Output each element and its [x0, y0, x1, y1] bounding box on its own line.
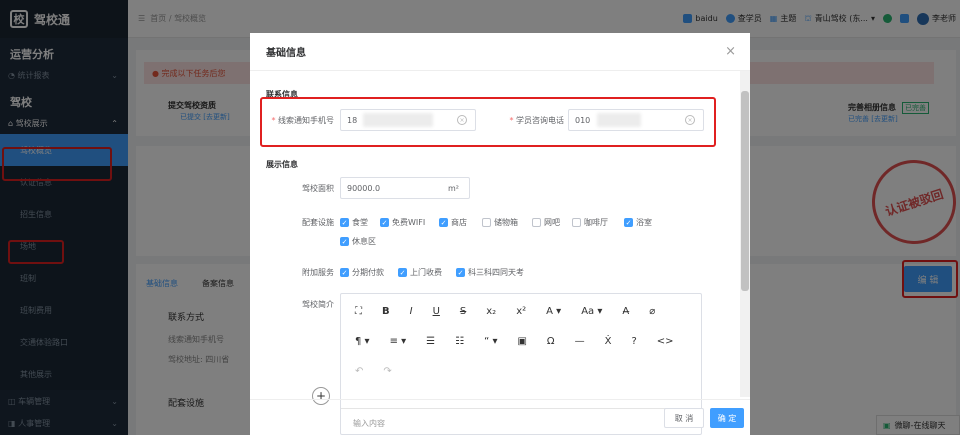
service-label-0: 分期付款 [352, 268, 384, 277]
strikethrough-icon[interactable]: S [460, 306, 466, 317]
indent-icon[interactable]: ☷ [455, 336, 464, 347]
editor-toolbar-row3: ↶ ↷ [355, 366, 392, 377]
service-checkbox-2[interactable]: ✓ 科三科四同天考 [456, 267, 524, 278]
dialog-header: 基础信息 × [250, 33, 750, 71]
facility-checkbox-3[interactable]: 储物箱 [482, 217, 518, 228]
editor-toolbar-row2: ¶ ▾ ≡ ▾ ☰ ☷ “ ▾ ▣ Ω — Ẋ ? <> [355, 336, 674, 347]
fullscreen-icon[interactable]: ⛶ [355, 306, 362, 317]
clear-format-icon[interactable]: Ẋ [605, 336, 612, 347]
facility-checkbox-2[interactable]: ✓ 商店 [439, 217, 467, 228]
list-icon[interactable]: ☰ [426, 336, 435, 347]
checkbox-checked: ✓ [398, 268, 407, 277]
code-icon[interactable]: <> [657, 336, 674, 347]
checkbox-unchecked [482, 218, 491, 227]
italic-icon[interactable]: I [410, 306, 413, 317]
editor-toolbar-row1: ⛶ B I U S x₂ x² A ▾ Aa ▾ A̶ ⌀ [355, 306, 655, 317]
service-checkbox-1[interactable]: ✓ 上门收费 [398, 267, 442, 278]
facility-label-2: 商店 [451, 218, 467, 227]
facility-checkbox-7[interactable]: ✓ 休息区 [340, 236, 376, 247]
dialog-title: 基础信息 [266, 48, 306, 59]
basic-info-dialog: 基础信息 × 联系信息 * 线索通知手机号 18 × * 学员咨询电话 010 … [250, 33, 750, 435]
checkbox-checked: ✓ [380, 218, 389, 227]
cancel-button[interactable]: 取 消 [664, 408, 704, 428]
area-unit: m² [448, 183, 459, 193]
facility-label-7: 休息区 [352, 237, 376, 246]
checkbox-checked: ✓ [340, 237, 349, 246]
facility-checkbox-0[interactable]: ✓ 食堂 [340, 217, 368, 228]
highlight-contact [260, 97, 716, 147]
area-value: 90000.0 [347, 183, 381, 193]
service-label-2: 科三科四同天考 [468, 268, 524, 277]
dialog-footer: 取 消 确 定 [250, 399, 750, 435]
help-icon[interactable]: ? [631, 336, 636, 347]
display-section-title: 展示信息 [266, 160, 298, 169]
dialog-scrollbar-thumb[interactable] [741, 91, 749, 291]
image-icon[interactable]: ▣ [517, 336, 526, 347]
checkbox-checked: ✓ [624, 218, 633, 227]
special-char-icon[interactable]: Ω [547, 336, 555, 347]
checkbox-unchecked [532, 218, 541, 227]
checkbox-unchecked [572, 218, 581, 227]
intro-label: 驾校简介 [302, 300, 334, 309]
service-label-1: 上门收费 [410, 268, 442, 277]
align-icon[interactable]: ≡ ▾ [390, 336, 407, 347]
facility-label-5: 咖啡厅 [584, 218, 608, 227]
facility-label-4: 网吧 [544, 218, 560, 227]
facility-label-0: 食堂 [352, 218, 368, 227]
facility-label-6: 浴室 [636, 218, 652, 227]
paragraph-icon[interactable]: ¶ ▾ [355, 336, 370, 347]
font-family-icon[interactable]: Aa ▾ [581, 306, 602, 317]
area-label: 驾校面积 [302, 184, 334, 193]
close-icon[interactable]: × [725, 44, 736, 59]
bold-icon[interactable]: B [382, 306, 390, 317]
facility-label-3: 储物箱 [494, 218, 518, 227]
subscript-icon[interactable]: x₂ [486, 306, 496, 317]
highlight-pen-icon[interactable]: ⌀ [649, 306, 655, 317]
checkbox-checked: ✓ [340, 218, 349, 227]
font-color-icon[interactable]: A̶ [622, 306, 629, 317]
confirm-button[interactable]: 确 定 [710, 408, 744, 428]
checkbox-checked: ✓ [439, 218, 448, 227]
horizontal-rule-icon[interactable]: — [575, 336, 585, 347]
facility-checkbox-4[interactable]: 网吧 [532, 217, 560, 228]
superscript-icon[interactable]: x² [516, 306, 526, 317]
service-label: 附加服务 [302, 268, 334, 277]
service-checkbox-0[interactable]: ✓ 分期付款 [340, 267, 384, 278]
checkbox-checked: ✓ [340, 268, 349, 277]
redo-icon[interactable]: ↷ [383, 366, 391, 377]
quote-icon[interactable]: “ ▾ [484, 336, 497, 347]
checkbox-checked: ✓ [456, 268, 465, 277]
facility-label-1: 免费WIFI [392, 218, 426, 227]
area-input[interactable]: 90000.0 m² [340, 177, 470, 199]
facility-checkbox-5[interactable]: 咖啡厅 [572, 217, 608, 228]
font-size-icon[interactable]: A ▾ [546, 306, 561, 317]
facility-checkbox-6[interactable]: ✓ 浴室 [624, 217, 652, 228]
undo-icon[interactable]: ↶ [355, 366, 363, 377]
underline-icon[interactable]: U [433, 306, 440, 317]
facility-label: 配套设施 [302, 218, 334, 227]
facility-checkbox-1[interactable]: ✓ 免费WIFI [380, 217, 425, 228]
